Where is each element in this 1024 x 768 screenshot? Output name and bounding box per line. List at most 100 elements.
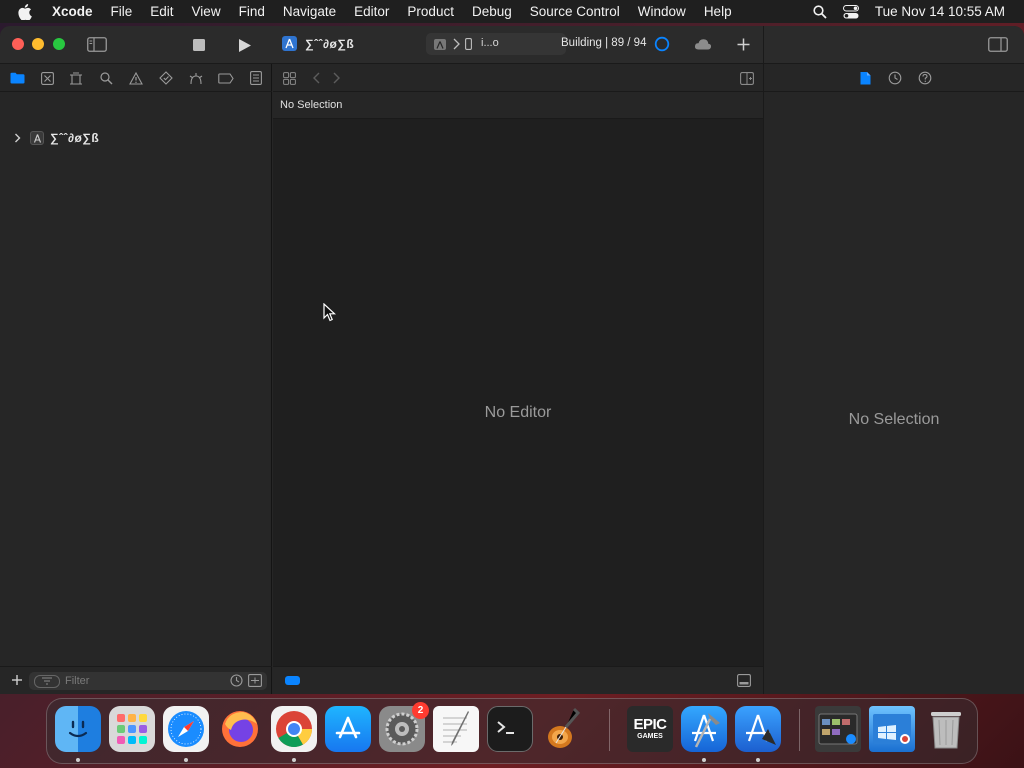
windows-app-icon[interactable] xyxy=(869,706,915,752)
minimize-window-button[interactable] xyxy=(32,38,44,50)
debug-area-toggle-icon[interactable] xyxy=(285,676,300,685)
debug-navigator-icon[interactable] xyxy=(187,69,205,87)
garageband-icon[interactable] xyxy=(541,706,587,752)
navigator-filter-field[interactable]: Filter xyxy=(29,672,267,690)
navigator-pane: ∑ˆˆ∂ø∑ß Filter xyxy=(0,64,272,694)
build-status-text: Building | 89 / 94 xyxy=(561,37,647,49)
hide-debug-area-icon[interactable] xyxy=(737,674,751,687)
menu-view[interactable]: View xyxy=(183,4,230,19)
minimized-window-icon[interactable] xyxy=(815,706,861,752)
stop-icon[interactable] xyxy=(192,38,206,52)
finder-icon[interactable] xyxy=(55,706,101,752)
add-icon[interactable] xyxy=(736,37,750,51)
menu-help[interactable]: Help xyxy=(695,4,741,19)
device-icon xyxy=(465,38,472,50)
jump-bar[interactable]: No Selection xyxy=(273,92,763,119)
run-icon[interactable] xyxy=(237,37,253,53)
source-control-navigator-icon[interactable] xyxy=(38,69,56,87)
firefox-icon[interactable] xyxy=(217,706,263,752)
dock: 2 EPIC GAMES xyxy=(46,698,978,764)
epic-label-bottom: GAMES xyxy=(637,732,663,740)
scheme-title[interactable]: ∑ˆˆ∂ø∑ß xyxy=(305,37,354,51)
settings-notification-badge: 2 xyxy=(412,702,429,719)
menu-edit[interactable]: Edit xyxy=(141,4,182,19)
dock-separator-2 xyxy=(799,709,800,751)
inspector-tab-bar xyxy=(764,64,1024,92)
apple-menu-icon[interactable] xyxy=(18,3,38,20)
sidebar-toggle-icon[interactable] xyxy=(87,36,107,52)
cloud-icon[interactable] xyxy=(694,37,712,51)
chevron-right-icon xyxy=(452,38,460,50)
split-editor-icon[interactable] xyxy=(739,71,754,85)
control-center-icon[interactable] xyxy=(842,4,859,19)
filter-options-icon[interactable] xyxy=(34,674,60,688)
app-project-icon xyxy=(282,36,297,51)
test-navigator-icon[interactable] xyxy=(157,69,175,87)
project-file-icon xyxy=(30,131,44,145)
filter-placeholder: Filter xyxy=(65,675,90,687)
textedit-icon[interactable] xyxy=(433,706,479,752)
terminal-icon[interactable] xyxy=(487,706,533,752)
close-window-button[interactable] xyxy=(12,38,24,50)
inspector-toggle-icon[interactable] xyxy=(988,36,1008,52)
menu-window[interactable]: Window xyxy=(629,4,695,19)
menu-file[interactable]: File xyxy=(102,4,142,19)
finder-running-indicator xyxy=(76,758,80,762)
trash-icon[interactable] xyxy=(923,706,969,752)
editor-area: No Selection No Editor xyxy=(273,64,763,694)
add-file-icon[interactable] xyxy=(10,673,24,687)
spotlight-search-icon[interactable] xyxy=(813,4,827,19)
recent-files-clock-icon[interactable] xyxy=(230,674,243,687)
menu-clock[interactable]: Tue Nov 14 10:55 AM xyxy=(875,4,1005,19)
launchpad-icon[interactable] xyxy=(109,706,155,752)
project-tree-item[interactable]: ∑ˆˆ∂ø∑ß xyxy=(14,131,99,145)
system-settings-icon[interactable]: 2 xyxy=(379,702,429,752)
safari-icon[interactable] xyxy=(163,706,209,752)
menu-navigate[interactable]: Navigate xyxy=(274,4,345,19)
app-store-icon[interactable] xyxy=(325,706,371,752)
scheme-target-icon xyxy=(434,39,446,50)
source-control-filter-icon[interactable] xyxy=(248,674,262,687)
xcode-running-indicator xyxy=(702,758,706,762)
chrome-icon[interactable] xyxy=(271,706,317,752)
epic-label-top: EPIC xyxy=(633,715,667,733)
disclosure-chevron-icon[interactable] xyxy=(14,133,24,143)
forward-chevron-icon[interactable] xyxy=(331,71,341,85)
project-name-label: ∑ˆˆ∂ø∑ß xyxy=(50,131,100,145)
debug-bar xyxy=(273,666,763,694)
chrome-running-indicator xyxy=(292,758,296,762)
instruments-icon[interactable] xyxy=(735,706,781,752)
back-chevron-icon[interactable] xyxy=(311,71,321,85)
zoom-window-button[interactable] xyxy=(53,38,65,50)
file-inspector-icon[interactable] xyxy=(858,70,872,85)
issue-navigator-icon[interactable] xyxy=(127,69,145,87)
instruments-running-indicator xyxy=(756,758,760,762)
xcode-icon[interactable] xyxy=(681,706,727,752)
build-progress-icon xyxy=(654,36,670,52)
menu-debug[interactable]: Debug xyxy=(463,4,521,19)
inspector-no-selection: No Selection xyxy=(848,411,940,428)
inspector-pane: No Selection xyxy=(764,64,1024,694)
navigator-tab-bar xyxy=(0,64,272,92)
editor-tab-bar xyxy=(273,64,763,92)
menu-app-name[interactable]: Xcode xyxy=(52,4,102,19)
menu-bar: Xcode File Edit View Find Navigate Edito… xyxy=(0,0,1024,23)
report-navigator-icon[interactable] xyxy=(247,69,265,87)
help-inspector-icon[interactable] xyxy=(917,70,932,85)
related-items-grid-icon[interactable] xyxy=(282,71,296,85)
no-editor-message: No Editor xyxy=(484,404,552,421)
xcode-window: ∑ˆˆ∂ø∑ß i...o Building | 89 / 94 ∑ˆˆ∂ø∑ß… xyxy=(0,26,1024,694)
breakpoint-navigator-icon[interactable] xyxy=(217,69,235,87)
find-navigator-icon[interactable] xyxy=(97,69,115,87)
menu-source-control[interactable]: Source Control xyxy=(521,4,629,19)
history-inspector-icon[interactable] xyxy=(887,70,902,85)
menu-find[interactable]: Find xyxy=(230,4,274,19)
epic-games-icon[interactable]: EPIC GAMES xyxy=(627,706,673,752)
menu-product[interactable]: Product xyxy=(398,4,463,19)
menu-editor[interactable]: Editor xyxy=(345,4,398,19)
navigator-footer: Filter xyxy=(0,666,272,694)
dock-separator xyxy=(609,709,610,751)
project-navigator-icon[interactable] xyxy=(8,69,26,87)
symbol-navigator-icon[interactable] xyxy=(67,69,85,87)
destination-label: i...o xyxy=(481,37,499,49)
